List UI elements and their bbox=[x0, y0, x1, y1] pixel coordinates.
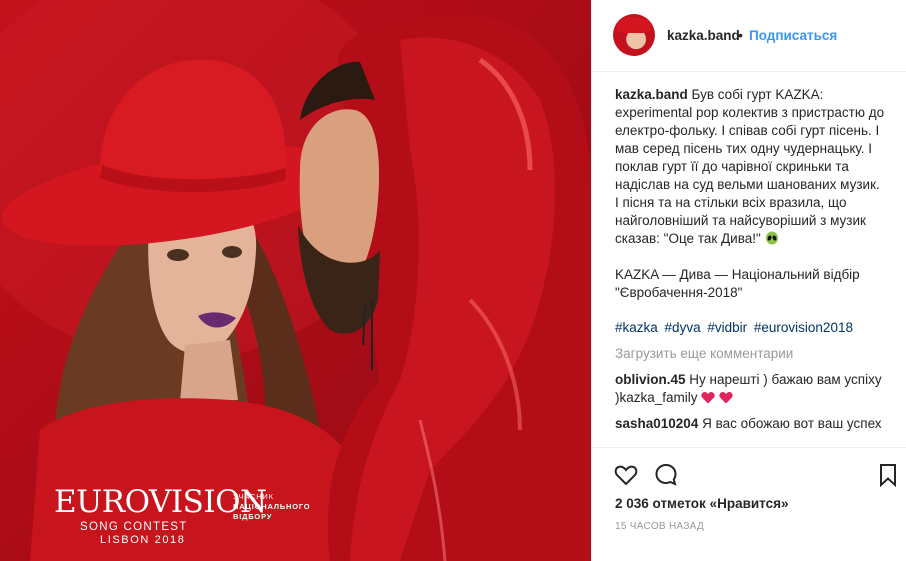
photo-illustration bbox=[0, 0, 591, 561]
heart-outline-icon[interactable] bbox=[613, 462, 639, 488]
badge-line-3: ВІДБОРУ bbox=[233, 512, 273, 521]
red-heart-emoji-icon bbox=[701, 392, 715, 404]
post-timestamp[interactable]: 15 ЧАСОВ НАЗАД bbox=[615, 521, 704, 532]
comments-section: kazka.band Був собі гурт KAZKA: experime… bbox=[615, 86, 887, 433]
likes-count[interactable]: 2 036 отметок «Нравится» bbox=[615, 496, 789, 511]
comment-username[interactable]: sasha010204 bbox=[615, 416, 698, 431]
avatar[interactable] bbox=[613, 14, 655, 56]
instagram-post: EUROVISION SONG CONTEST LISBON 2018 УЧАС… bbox=[0, 0, 906, 561]
caption-line-2: KAZKA — Дива — Національний відбір "Євро… bbox=[615, 267, 860, 300]
eurovision-logo: EUROVISION SONG CONTEST LISBON 2018 bbox=[54, 486, 267, 546]
caption: kazka.band Був собі гурт KAZKA: experime… bbox=[615, 86, 887, 248]
red-heart-emoji-icon bbox=[719, 392, 733, 404]
logo-song-contest: SONG CONTEST bbox=[80, 521, 188, 533]
national-selection-badge: УЧАСНИК НАЦІОНАЛЬНОГО ВІДБОРУ bbox=[233, 492, 310, 522]
comment-text: Я вас обожаю вот ваш успех bbox=[702, 416, 882, 431]
comment-item: sasha010204 Я вас обожаю вот ваш успех bbox=[615, 415, 887, 433]
follow-button[interactable]: Подписаться bbox=[749, 28, 837, 43]
bookmark-icon[interactable] bbox=[875, 462, 901, 488]
post-sidebar: kazka.band • Подписаться kazka.band Був … bbox=[591, 0, 906, 561]
comment-bubble-icon[interactable] bbox=[653, 462, 679, 488]
hashtag[interactable]: #eurovision2018 bbox=[754, 320, 853, 335]
badge-line-2: НАЦІОНАЛЬНОГО bbox=[233, 502, 311, 511]
post-header: kazka.band • Подписаться bbox=[592, 0, 906, 72]
action-bar bbox=[592, 447, 906, 495]
hashtag[interactable]: #kazka bbox=[615, 320, 658, 335]
hashtag[interactable]: #dyva bbox=[665, 320, 701, 335]
alien-emoji-icon bbox=[765, 231, 778, 245]
badge-line-1: УЧАСНИК bbox=[233, 492, 274, 501]
caption-username[interactable]: kazka.band bbox=[615, 87, 688, 102]
load-more-comments[interactable]: Загрузить еще комментарии bbox=[615, 345, 887, 363]
hashtags: #kazka #dyva #vidbir #eurovision2018 bbox=[615, 319, 887, 337]
comment-username[interactable]: oblivion.45 bbox=[615, 372, 686, 387]
author-username[interactable]: kazka.band bbox=[667, 28, 740, 43]
comment-item: oblivion.45 Ну нарешті ) бажаю вам успіх… bbox=[615, 371, 887, 407]
post-photo[interactable]: EUROVISION SONG CONTEST LISBON 2018 УЧАС… bbox=[0, 0, 591, 561]
logo-city: LISBON 2018 bbox=[100, 534, 186, 546]
eurovision-wordmark: EUROVISION bbox=[54, 486, 267, 518]
caption-text: Був собі гурт KAZKA: experimental pop ко… bbox=[615, 87, 885, 246]
separator-dot: • bbox=[738, 27, 743, 43]
hashtag[interactable]: #vidbir bbox=[707, 320, 747, 335]
